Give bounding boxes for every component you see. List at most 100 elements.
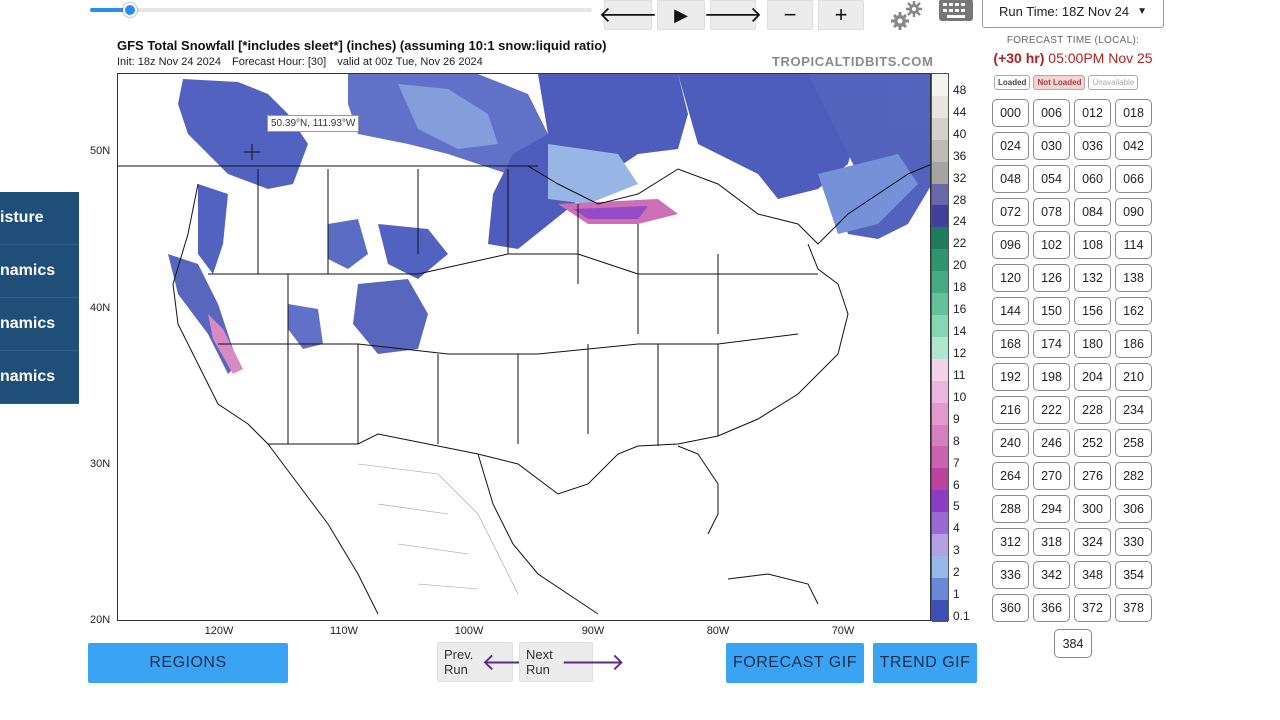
hour-button-144[interactable]: 144 (992, 297, 1029, 325)
hour-button-342[interactable]: 342 (1033, 561, 1070, 589)
hour-button-078[interactable]: 078 (1033, 198, 1070, 226)
hour-button-354[interactable]: 354 (1115, 561, 1152, 589)
hour-button-138[interactable]: 138 (1115, 264, 1152, 292)
forecast-gif-button[interactable]: FORECAST GIF (726, 643, 864, 683)
hour-button-228[interactable]: 228 (1074, 396, 1111, 424)
hour-button-162[interactable]: 162 (1115, 297, 1152, 325)
hour-button-276[interactable]: 276 (1074, 462, 1111, 490)
next-run-button[interactable]: Next Run 🡒 (519, 642, 625, 682)
colorbar-tick-label: 12 (953, 346, 967, 360)
regions-button[interactable]: REGIONS (88, 643, 288, 683)
hour-button-060[interactable]: 060 (1074, 165, 1111, 193)
next-run-label: Next Run (526, 647, 553, 677)
hour-button-012[interactable]: 012 (1074, 99, 1111, 127)
hour-button-168[interactable]: 168 (992, 330, 1029, 358)
hour-button-150[interactable]: 150 (1033, 297, 1070, 325)
prev-run-label: Prev. Run (444, 647, 474, 677)
hour-button-234[interactable]: 234 (1115, 396, 1152, 424)
hour-button-270[interactable]: 270 (1033, 462, 1070, 490)
hour-button-006[interactable]: 006 (1033, 99, 1070, 127)
hour-button-216[interactable]: 216 (992, 396, 1029, 424)
hour-button-366[interactable]: 366 (1033, 594, 1070, 622)
hour-button-210[interactable]: 210 (1115, 363, 1152, 391)
hour-button-246[interactable]: 246 (1033, 429, 1070, 457)
hour-button-348[interactable]: 348 (1074, 561, 1111, 589)
init-time: Init: 18z Nov 24 2024 (117, 56, 221, 68)
hour-button-318[interactable]: 318 (1033, 528, 1070, 556)
hour-button-030[interactable]: 030 (1033, 132, 1070, 160)
colorbar-segment (932, 95, 948, 118)
hour-button-372[interactable]: 372 (1074, 594, 1111, 622)
frame-slider-thumb[interactable] (123, 3, 138, 17)
forecast-time-label: FORECAST TIME (LOCAL): (1006, 35, 1140, 46)
side-menu-item[interactable]: namics (0, 245, 79, 298)
hour-button-312[interactable]: 312 (992, 528, 1029, 556)
colorbar-segment (932, 402, 948, 425)
hour-button-360[interactable]: 360 (992, 594, 1029, 622)
hour-button-378[interactable]: 378 (1115, 594, 1152, 622)
hour-button-330[interactable]: 330 (1115, 528, 1152, 556)
hour-button-264[interactable]: 264 (992, 462, 1029, 490)
hour-button-198[interactable]: 198 (1033, 363, 1070, 391)
hour-button-258[interactable]: 258 (1115, 429, 1152, 457)
hour-button-054[interactable]: 054 (1033, 165, 1070, 193)
gears-icon[interactable] (888, 0, 928, 30)
colorbar-tick-label: 3 (953, 543, 960, 558)
lat-label: 20N (90, 614, 111, 626)
keyboard-icon[interactable] (938, 0, 974, 24)
valid-time: valid at 00z Tue, Nov 26 2024 (337, 56, 483, 68)
hour-button-090[interactable]: 090 (1115, 198, 1152, 226)
hour-button-132[interactable]: 132 (1074, 264, 1111, 292)
forecast-hour-grid: 000 006 012 018 024 030 036 042 048 054 060 066 072 0… (992, 99, 1156, 622)
side-menu-item[interactable]: namics (0, 298, 79, 351)
side-menu-item[interactable]: namics (0, 351, 79, 404)
zoom-in-button[interactable]: + (818, 0, 864, 30)
frame-slider[interactable] (90, 3, 592, 17)
hour-button-384[interactable]: 384 (1054, 629, 1092, 658)
hour-button-036[interactable]: 036 (1074, 132, 1111, 160)
hour-button-018[interactable]: 018 (1115, 99, 1152, 127)
colorbar-tick-label: 28 (953, 192, 967, 207)
hour-button-156[interactable]: 156 (1074, 297, 1111, 325)
hour-button-096[interactable]: 096 (992, 231, 1029, 259)
hour-button-126[interactable]: 126 (1033, 264, 1070, 292)
hour-button-174[interactable]: 174 (1033, 330, 1070, 358)
hour-button-072[interactable]: 072 (992, 198, 1029, 226)
hour-button-336[interactable]: 336 (992, 561, 1029, 589)
hour-button-192[interactable]: 192 (992, 363, 1029, 391)
hour-button-186[interactable]: 186 (1115, 330, 1152, 358)
badge-not-loaded: Not Loaded (1033, 75, 1086, 90)
side-menu-item[interactable]: isture (0, 192, 79, 245)
hour-button-324[interactable]: 324 (1074, 528, 1111, 556)
hour-button-222[interactable]: 222 (1033, 396, 1070, 424)
hour-button-000[interactable]: 000 (992, 99, 1029, 127)
hour-button-024[interactable]: 024 (992, 132, 1029, 160)
hour-button-102[interactable]: 102 (1033, 231, 1070, 259)
hour-button-084[interactable]: 084 (1074, 198, 1111, 226)
prev-run-button[interactable]: Prev. Run 🡐 (437, 642, 546, 682)
hour-button-066[interactable]: 066 (1115, 165, 1152, 193)
hour-button-240[interactable]: 240 (992, 429, 1029, 457)
colorbar-segment (932, 380, 948, 403)
hour-button-204[interactable]: 204 (1074, 363, 1111, 391)
hour-button-282[interactable]: 282 (1115, 462, 1152, 490)
hour-button-252[interactable]: 252 (1074, 429, 1111, 457)
hour-button-180[interactable]: 180 (1074, 330, 1111, 358)
trend-gif-button[interactable]: TREND GIF (873, 643, 977, 683)
hour-button-300[interactable]: 300 (1074, 495, 1111, 523)
hour-button-288[interactable]: 288 (992, 495, 1029, 523)
lon-label: 100W (454, 625, 484, 637)
hour-button-294[interactable]: 294 (1033, 495, 1070, 523)
next-frame-button[interactable]: 🡒 (704, 0, 763, 30)
hour-button-042[interactable]: 042 (1115, 132, 1152, 160)
hour-button-108[interactable]: 108 (1074, 231, 1111, 259)
zoom-out-button[interactable]: − (767, 0, 813, 30)
run-time-select[interactable]: Run Time: 18Z Nov 24 ▼ (982, 0, 1164, 28)
snowfall-map[interactable] (117, 73, 931, 621)
hour-button-114[interactable]: 114 (1115, 231, 1152, 259)
hour-button-120[interactable]: 120 (992, 264, 1029, 292)
previous-frame-button[interactable]: 🡐 (599, 0, 658, 30)
play-button[interactable]: ▶ (657, 0, 705, 30)
hour-button-306[interactable]: 306 (1115, 495, 1152, 523)
hour-button-048[interactable]: 048 (992, 165, 1029, 193)
